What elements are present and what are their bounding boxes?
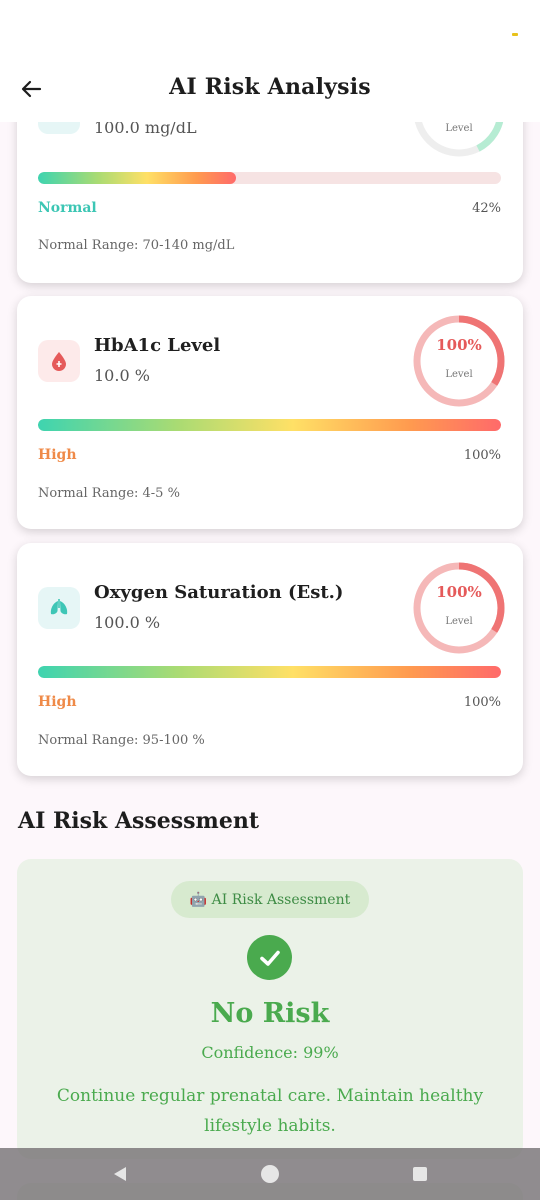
level-bar <box>38 666 501 678</box>
normal-range: Normal Range: 70-140 mg/dL <box>38 238 235 253</box>
risk-result: No Risk <box>210 998 330 1029</box>
gauge-percent: 100% <box>436 583 482 601</box>
metric-card-oxygen: Oxygen Saturation (Est.) 100.0 % 100% Le… <box>17 543 523 776</box>
risk-assessment-card: 🤖 AI Risk Assessment No Risk Confidence:… <box>17 859 523 1159</box>
level-gauge <box>413 562 505 654</box>
percent-label: 42% <box>472 201 501 216</box>
gauge-percent: 100% <box>436 336 482 354</box>
metric-name: HbA1c Level <box>94 335 221 356</box>
status-label: High <box>38 447 77 463</box>
normal-range: Normal Range: 95-100 % <box>38 733 205 748</box>
system-nav-bar <box>0 1148 540 1200</box>
status-indicator <box>512 33 518 36</box>
level-bar-fill <box>38 419 501 431</box>
nav-back-icon <box>114 1167 126 1181</box>
status-label: Normal <box>38 200 97 216</box>
section-title: AI Risk Assessment <box>18 808 259 834</box>
percent-label: 100% <box>463 448 501 463</box>
status-bar <box>0 0 540 62</box>
level-bar-fill <box>38 666 501 678</box>
nav-back-button[interactable] <box>90 1148 150 1200</box>
metric-value: 100.0 % <box>94 613 161 632</box>
nav-recents-button[interactable] <box>390 1148 450 1200</box>
confidence-label: Confidence: 99% <box>201 1043 339 1062</box>
level-bar <box>38 172 501 184</box>
percent-label: 100% <box>463 695 501 710</box>
status-label: High <box>38 694 77 710</box>
nav-home-icon <box>261 1165 279 1183</box>
blood-drop-icon <box>38 340 80 382</box>
level-gauge <box>413 315 505 407</box>
gauge-label: Level <box>445 369 473 380</box>
gauge-label: Level <box>445 123 473 134</box>
check-circle-icon <box>247 935 292 980</box>
lungs-icon <box>38 587 80 629</box>
advice-text: Continue regular prenatal care. Maintain… <box>56 1086 484 1136</box>
metric-card-hba1c: HbA1c Level 10.0 % 100% Level High 100% … <box>17 296 523 529</box>
nav-home-button[interactable] <box>240 1148 300 1200</box>
page-title: AI Risk Analysis <box>169 74 371 100</box>
app-bar: AI Risk Analysis <box>0 62 540 122</box>
level-bar <box>38 419 501 431</box>
normal-range: Normal Range: 4-5 % <box>38 486 180 501</box>
assessment-badge: 🤖 AI Risk Assessment <box>171 881 369 918</box>
gauge-label: Level <box>445 616 473 627</box>
metric-value: 10.0 % <box>94 366 150 385</box>
metric-name: Oxygen Saturation (Est.) <box>94 582 344 603</box>
nav-recents-icon <box>413 1167 427 1181</box>
level-bar-fill <box>38 172 237 184</box>
